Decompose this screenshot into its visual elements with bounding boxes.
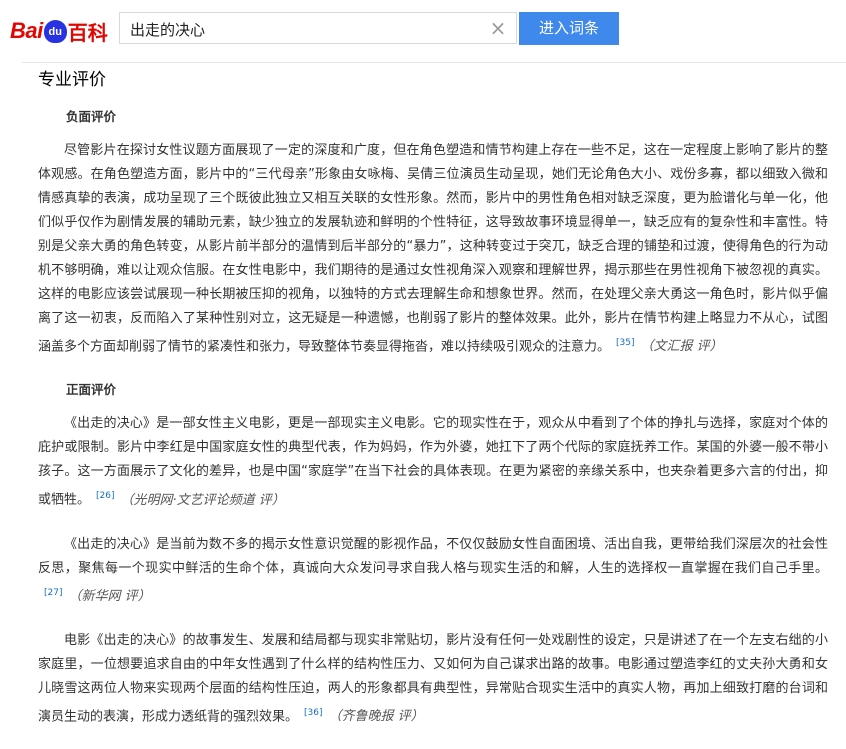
close-icon[interactable]: × (488, 17, 508, 39)
logo-text: Bai (10, 18, 43, 43)
paw-icon: du (43, 19, 67, 43)
reference-link[interactable]: [26] (96, 491, 114, 501)
review-source: （齐鲁晚报 评） (328, 709, 424, 725)
review-text: 《出走的决心》是当前为数不多的揭示女性意识觉醒的影视作品，不仅仅鼓励女性自面困境… (38, 536, 828, 576)
review-source: （光明网·文艺评论频道 评） (120, 492, 285, 508)
positive-review-title: 正面评价 (66, 382, 117, 398)
reference-link[interactable]: [35] (616, 338, 634, 348)
baidu-baike-logo[interactable]: Bai du 百科 (10, 16, 108, 46)
search-input[interactable] (128, 17, 492, 41)
negative-review-title: 负面评价 (66, 109, 117, 124)
review-paragraph: 电影《出走的决心》的故事发生、发展和结局都与现实非常贴切，影片没有任何一处戏剧性… (38, 629, 828, 729)
review-paragraph: 《出走的决心》是一部女性主义电影，更是一部现实主义电影。它的现实性在于，观众从中… (38, 412, 828, 512)
reference-link[interactable]: [27] (44, 588, 62, 598)
reference-link[interactable]: [36] (304, 708, 322, 718)
header-divider (22, 62, 846, 63)
enter-entry-button[interactable]: 进入词条 (519, 12, 619, 45)
search-box: × (119, 12, 517, 44)
header: Bai du 百科 × 进入词条 (0, 0, 846, 62)
logo-baike-text: 百科 (67, 20, 108, 45)
review-text: 尽管影片在探讨女性议题方面展现了一定的深度和广度，但在角色塑造和情节构建上存在一… (38, 143, 828, 355)
section-title: 专业评价 (38, 70, 106, 90)
main-content: 专业评价 负面评价 尽管影片在探讨女性议题方面展现了一定的深度和广度，但在角色塑… (38, 66, 828, 749)
review-source: （文汇报 评） (640, 339, 723, 355)
review-source: （新华网 评） (68, 588, 151, 604)
review-paragraph: 《出走的决心》是当前为数不多的揭示女性意识觉醒的影视作品，不仅仅鼓励女性自面困境… (38, 533, 828, 609)
review-text: 电影《出走的决心》的故事发生、发展和结局都与现实非常贴切，影片没有任何一处戏剧性… (38, 632, 828, 725)
review-paragraph: 尽管影片在探讨女性议题方面展现了一定的深度和广度，但在角色塑造和情节构建上存在一… (38, 139, 828, 359)
